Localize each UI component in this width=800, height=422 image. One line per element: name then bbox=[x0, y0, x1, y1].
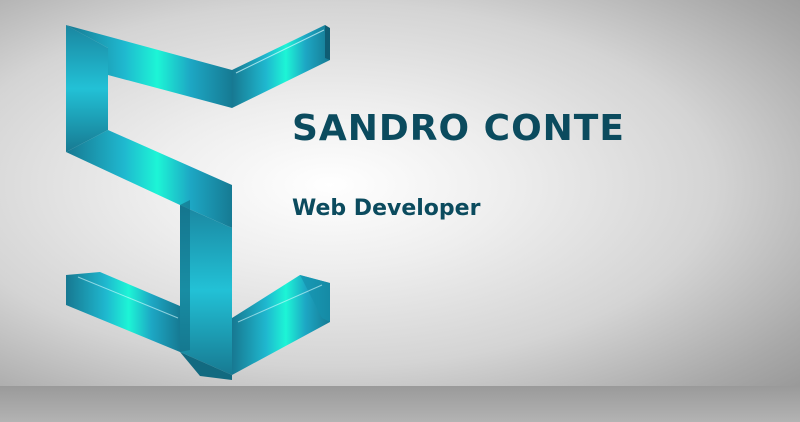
person-name: SANDRO CONTE bbox=[292, 108, 625, 149]
job-title: Web Developer bbox=[292, 196, 481, 221]
banner: SANDRO CONTE Web Developer bbox=[0, 0, 800, 422]
